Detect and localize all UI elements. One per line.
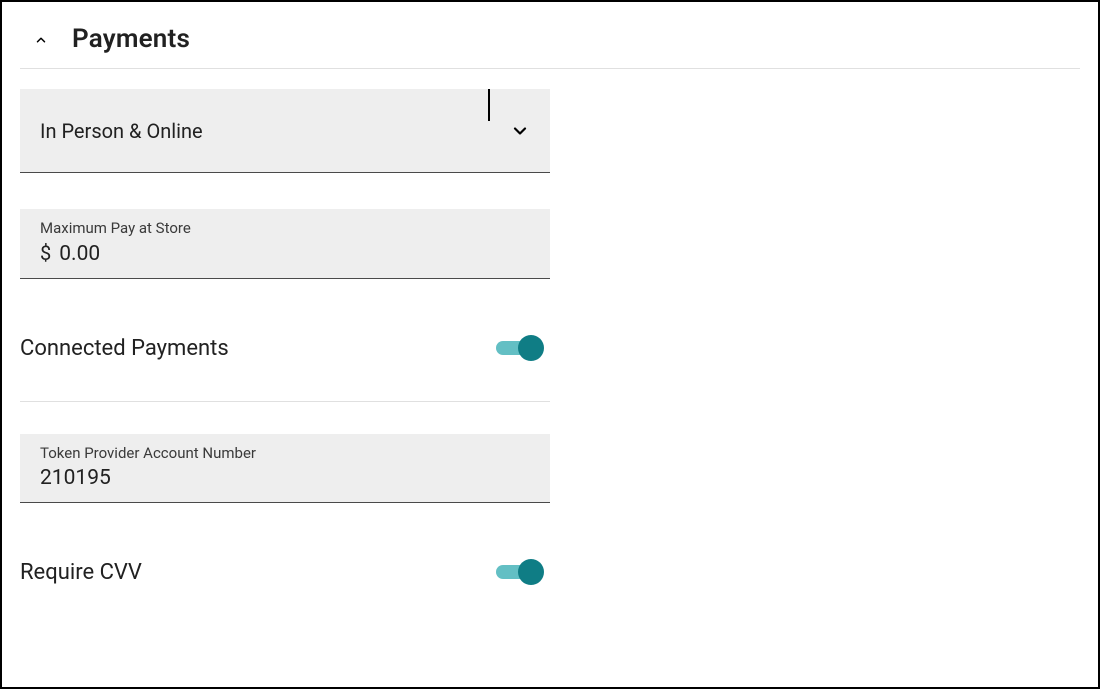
connected-payments-row: Connected Payments	[20, 335, 550, 361]
divider	[20, 401, 550, 402]
currency-prefix: $	[40, 241, 51, 265]
section-header[interactable]: Payments	[20, 20, 1080, 69]
max-pay-at-store-field[interactable]: Maximum Pay at Store $ 0.00	[20, 209, 550, 279]
connected-payments-toggle[interactable]	[496, 335, 544, 361]
payment-mode-value: In Person & Online	[40, 119, 203, 143]
token-provider-field[interactable]: Token Provider Account Number 210195	[20, 434, 550, 503]
require-cvv-label: Require CVV	[20, 560, 142, 585]
payments-settings-panel: Payments In Person & Online Maximum Pay …	[0, 0, 1100, 689]
toggle-thumb	[518, 559, 544, 585]
text-cursor	[488, 89, 490, 121]
toggle-thumb	[518, 335, 544, 361]
require-cvv-row: Require CVV	[20, 559, 550, 585]
token-provider-value: 210195	[40, 466, 111, 490]
max-pay-at-store-value: 0.00	[59, 242, 100, 266]
chevron-down-icon	[510, 121, 530, 141]
max-pay-at-store-value-row: $ 0.00	[40, 241, 530, 266]
connected-payments-label: Connected Payments	[20, 336, 229, 361]
section-title: Payments	[72, 24, 190, 54]
chevron-up-icon	[34, 32, 48, 46]
require-cvv-toggle[interactable]	[496, 559, 544, 585]
settings-left-column: In Person & Online Maximum Pay at Store …	[20, 69, 550, 585]
max-pay-at-store-label: Maximum Pay at Store	[40, 219, 530, 237]
token-provider-label: Token Provider Account Number	[40, 444, 530, 462]
token-provider-value-row: 210195	[40, 466, 530, 490]
payment-mode-select[interactable]: In Person & Online	[20, 89, 550, 173]
